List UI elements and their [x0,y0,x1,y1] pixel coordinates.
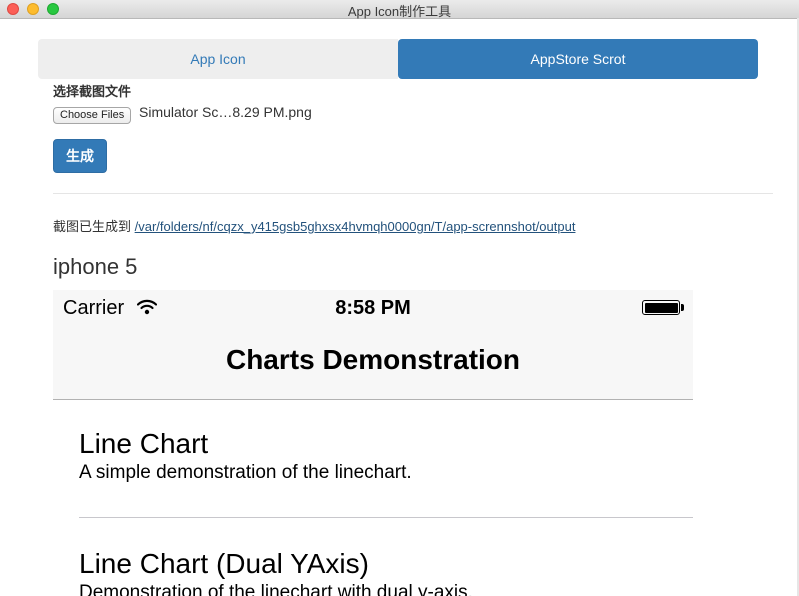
selected-file-name: Simulator Sc…8.29 PM.png [139,104,312,120]
list-item-title: Line Chart [79,428,209,459]
file-label: 选择截图文件 [53,84,132,99]
list-separator [79,517,693,518]
list-item-subtitle: A simple demonstration of the linechart. [79,462,412,483]
tab-bar: App Icon AppStore Scrot [38,39,758,79]
tab-app-icon[interactable]: App Icon [38,39,398,79]
list-item-subtitle: Demonstration of the linechart with dual… [79,582,473,596]
output-prefix: 截图已生成到 [53,219,135,234]
tab-appstore-scrot[interactable]: AppStore Scrot [398,39,758,79]
title-bar: App Icon制作工具 [0,0,799,19]
simulator-screenshot: Carrier 8:58 PM Charts Demonstration Lin… [53,290,693,596]
window-title: App Icon制作工具 [347,4,452,19]
output-message: 截图已生成到 /var/folders/nf/cqzx_y415gsb5ghxs… [53,216,575,235]
battery-tip [681,304,684,311]
list-item: Line Chart A simple demonstration of the… [79,428,693,484]
output-path-link[interactable]: /var/folders/nf/cqzx_y415gsb5ghxsx4hvmqh… [135,219,576,234]
generate-button[interactable]: 生成 [53,139,107,173]
ios-navigation-bar: Carrier 8:58 PM Charts Demonstration [53,290,693,400]
nav-title: Charts Demonstration [225,344,521,375]
battery-icon [642,300,680,315]
choose-files-button[interactable]: Choose Files [53,107,132,124]
status-time: 8:58 PM [335,297,411,319]
list-item: Line Chart (Dual YAxis) Demonstration of… [79,548,693,596]
device-name: iphone 5 [53,254,138,279]
divider [53,193,773,194]
list-item-title: Line Chart (Dual YAxis) [79,548,369,579]
